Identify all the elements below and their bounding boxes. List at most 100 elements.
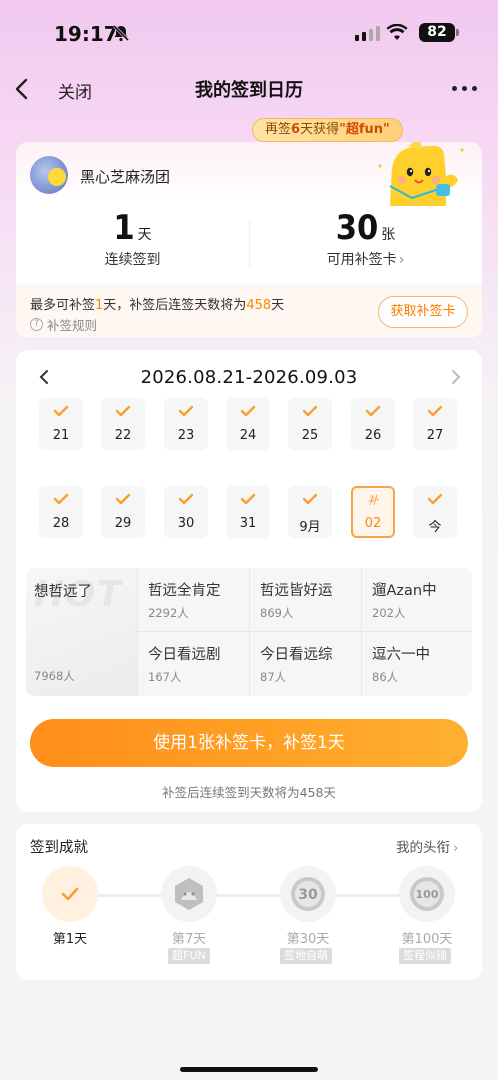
badge-day30[interactable]: 30 xyxy=(280,866,336,922)
svg-text:100: 100 xyxy=(416,888,439,901)
calendar-day[interactable]: 28 xyxy=(39,486,83,538)
checkmark-icon xyxy=(240,405,256,417)
makeup-rules-link[interactable]: ? 补签规则 xyxy=(30,315,97,334)
badge-label: 第7天 xyxy=(171,932,207,947)
status-time: 19:17 xyxy=(54,22,118,46)
hot-topic-title: 今日看远剧 xyxy=(148,647,221,663)
chevron-right-icon[interactable] xyxy=(448,366,464,388)
calendar-day[interactable]: 9月 xyxy=(288,486,332,538)
calendar-day[interactable]: 22 xyxy=(101,398,145,450)
checkmark-icon xyxy=(427,405,443,417)
cellular-signal-icon xyxy=(355,26,380,41)
grid-divider xyxy=(249,568,250,696)
hot-topic-title: 哲远全肯定 xyxy=(148,583,221,599)
makeup-tag: 补 xyxy=(367,494,379,507)
calendar-day[interactable]: 29 xyxy=(101,486,145,538)
checkmark-icon xyxy=(240,493,256,505)
grid-divider xyxy=(137,631,472,632)
get-makeup-card-button[interactable]: 获取补签卡 xyxy=(378,296,468,328)
streak-stat: 1天 连续签到 xyxy=(16,208,249,269)
day-label: 23 xyxy=(177,428,195,443)
more-options-icon[interactable] xyxy=(452,86,477,91)
checkmark-icon xyxy=(61,887,79,901)
back-icon[interactable] xyxy=(10,76,36,102)
username: 黑心芝麻汤团 xyxy=(80,168,171,186)
checkmark-icon xyxy=(178,405,194,417)
hot-topic-count: 167人 xyxy=(148,670,182,684)
makeup-cards-stat[interactable]: 30 张 可用补签卡 › xyxy=(249,208,482,269)
close-button[interactable]: 关闭 xyxy=(58,78,92,103)
checkmark-icon xyxy=(115,493,131,505)
hot-topic-title: 哲远皆好运 xyxy=(260,583,333,599)
chevron-left-icon[interactable] xyxy=(36,366,52,388)
checkmark-icon xyxy=(53,493,69,505)
calendar-day[interactable]: 27 xyxy=(413,398,457,450)
calendar-day[interactable]: 30 xyxy=(164,486,208,538)
wifi-icon xyxy=(386,23,408,46)
calendar-day[interactable]: 24 xyxy=(226,398,270,450)
achievements-card: 签到成就 我的头衔 › 30 100 第1天 第7天 第30天 第100天 超FU… xyxy=(16,824,482,980)
hot-topic-title: 逗六一中 xyxy=(372,647,430,663)
my-titles-label: 我的头衔 xyxy=(396,840,450,856)
calendar-day[interactable]: 26 xyxy=(351,398,395,450)
badge-day100[interactable]: 100 xyxy=(399,866,455,922)
makeup-rules-label: 补签规则 xyxy=(47,318,98,333)
hot-topic-count: 2292人 xyxy=(148,606,189,620)
calendar-day[interactable]: 补 02 xyxy=(351,486,395,538)
reward-bubble: 再签6天获得"超fun" xyxy=(252,118,403,142)
calendar-date-range: 2026.08.21-2026.09.03 xyxy=(140,367,358,388)
hot-topic-item[interactable]: 遛Azan中 202人 xyxy=(362,568,472,631)
hot-topic-item[interactable]: 逗六一中 86人 xyxy=(362,632,472,695)
calendar-day[interactable]: 31 xyxy=(226,486,270,538)
chevron-right-icon: › xyxy=(453,840,459,856)
checkmark-icon xyxy=(302,405,318,417)
hot-topic-item[interactable]: 哲远皆好运 869人 xyxy=(250,568,361,631)
calendar-day[interactable]: 25 xyxy=(288,398,332,450)
achievements-title: 签到成就 xyxy=(30,840,88,856)
use-makeup-card-button[interactable]: 使用1张补签卡，补签1天 xyxy=(30,719,468,767)
day-label: 27 xyxy=(426,428,444,443)
svg-text:30: 30 xyxy=(298,887,318,903)
badge-day7[interactable] xyxy=(161,866,217,922)
question-icon: ? xyxy=(30,318,43,331)
hot-topic-title: 遛Azan中 xyxy=(372,583,437,599)
checkmark-icon xyxy=(302,493,318,505)
page-title: 我的签到日历 xyxy=(195,80,303,101)
checkmark-icon xyxy=(115,405,131,417)
calendar-day[interactable]: 23 xyxy=(164,398,208,450)
my-titles-link[interactable]: 我的头衔 › xyxy=(396,836,458,856)
badge-label: 第100天 xyxy=(401,932,453,947)
hot-topic-count: 86人 xyxy=(372,670,399,684)
badge-day1[interactable] xyxy=(42,866,98,922)
day-label: 28 xyxy=(52,516,70,531)
cards-unit: 张 xyxy=(381,227,396,243)
badge-tag: 超FUN xyxy=(168,948,210,964)
hot-topic-count: 7968人 xyxy=(34,669,75,683)
hot-topic-title: 想哲远了 xyxy=(34,584,92,600)
battery-tip xyxy=(456,29,459,36)
day-label: 21 xyxy=(52,428,70,443)
makeup-info-text: 最多可补签1天，补签后连签天数将为458天 xyxy=(30,298,285,313)
makeup-result-note: 补签后连续签到天数将为458天 xyxy=(162,785,336,800)
streak-value: 1 xyxy=(113,208,135,248)
badge-100-icon: 100 xyxy=(410,877,444,911)
hot-topic-item[interactable]: 哲远全肯定 2292人 xyxy=(138,568,249,631)
checkmark-icon xyxy=(427,493,443,505)
day-label: 30 xyxy=(177,516,195,531)
hot-topic-featured[interactable]: HOT 想哲远了 7968人 xyxy=(26,568,137,696)
stats-row: 1天 连续签到 30 张 可用补签卡 › xyxy=(16,208,482,284)
hot-topic-count: 869人 xyxy=(260,606,294,620)
day-label: 26 xyxy=(364,428,382,443)
hot-topic-item[interactable]: 今日看远剧 167人 xyxy=(138,632,249,695)
calendar-day[interactable]: 今 xyxy=(413,486,457,538)
badge-chick-icon xyxy=(175,878,203,910)
checkmark-icon xyxy=(178,493,194,505)
calendar-day[interactable]: 21 xyxy=(39,398,83,450)
avatar[interactable] xyxy=(30,156,68,194)
chevron-right-icon: › xyxy=(398,252,405,268)
home-indicator xyxy=(180,1067,318,1072)
hot-topics-grid: HOT 想哲远了 7968人 哲远全肯定 2292人 哲远皆好运 869人 遛A… xyxy=(26,568,472,696)
day-label: 25 xyxy=(301,428,319,443)
badge-30-icon: 30 xyxy=(291,877,325,911)
hot-topic-item[interactable]: 今日看远综 87人 xyxy=(250,632,361,695)
